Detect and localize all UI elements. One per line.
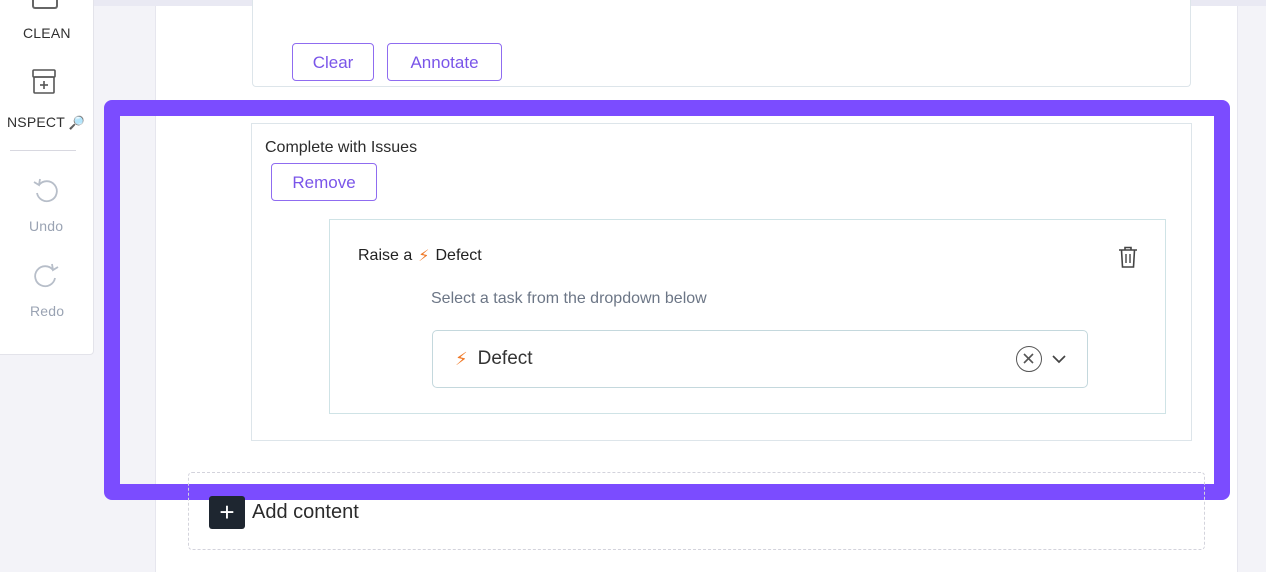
remove-button[interactable]: Remove xyxy=(271,163,377,201)
tool-palette: CLEAN NSPECT 🔎 Undo Redo xyxy=(0,0,94,355)
undo-label[interactable]: Undo xyxy=(29,218,63,234)
issue-card-title: Complete with Issues xyxy=(265,139,418,156)
add-content-button[interactable]: + Add content xyxy=(209,496,359,529)
add-content-label: Add content xyxy=(252,501,359,523)
clean-icon[interactable] xyxy=(32,0,58,9)
clear-button[interactable]: Clear xyxy=(292,43,374,81)
trash-icon[interactable] xyxy=(1117,245,1139,269)
selected-task: ⚡︎ Defect xyxy=(455,348,533,370)
chevron-down-icon[interactable] xyxy=(1050,350,1068,368)
annotate-button[interactable]: Annotate xyxy=(387,43,502,81)
task-helper-text: Select a task from the dropdown below xyxy=(431,290,707,307)
bolt-icon: ⚡︎ xyxy=(455,348,468,369)
redo-label[interactable]: Redo xyxy=(30,303,64,319)
bolt-icon: ⚡︎ xyxy=(418,248,430,265)
inspect-tool[interactable]: NSPECT 🔎 xyxy=(7,114,85,131)
inspect-icon[interactable] xyxy=(31,68,57,96)
raise-prefix: Raise a xyxy=(358,247,413,264)
clean-label[interactable]: CLEAN xyxy=(23,25,71,41)
raise-defect-heading: Raise a ⚡︎ Defect xyxy=(358,246,482,266)
plus-icon: + xyxy=(209,496,245,529)
task-select[interactable]: ⚡︎ Defect xyxy=(432,330,1088,388)
clear-selection-icon[interactable] xyxy=(1016,346,1042,372)
action-type-label: Defect xyxy=(435,247,482,264)
inspect-label: NSPECT xyxy=(7,114,65,130)
magnifier-icon: 🔎 xyxy=(68,115,86,130)
palette-divider xyxy=(10,150,76,151)
redo-icon[interactable] xyxy=(31,261,61,291)
selected-task-label: Defect xyxy=(477,348,533,369)
undo-icon[interactable] xyxy=(31,176,61,206)
